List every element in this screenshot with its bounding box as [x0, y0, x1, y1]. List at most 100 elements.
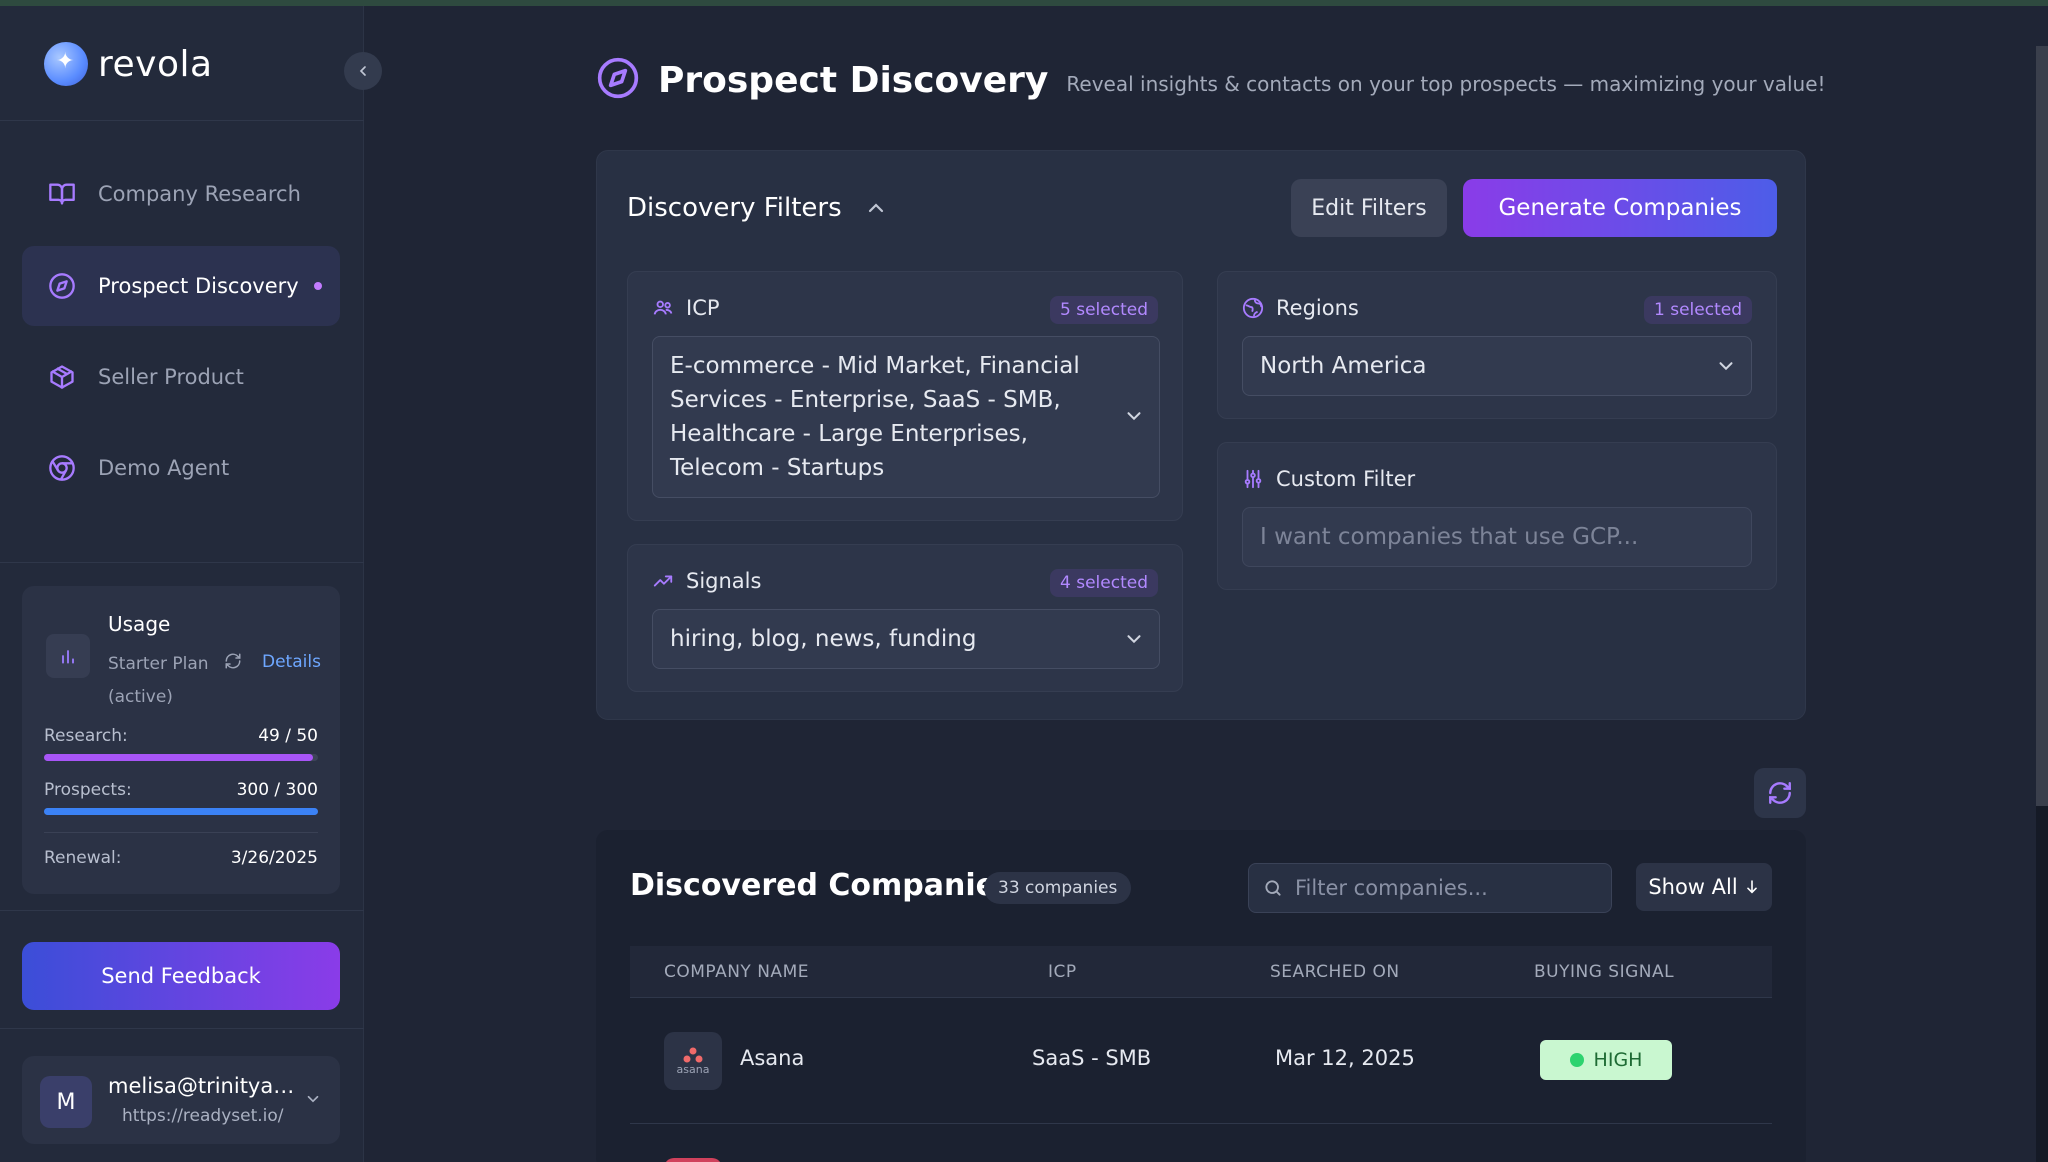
companies-title: Discovered Companies — [630, 868, 1014, 903]
trending-up-icon — [653, 575, 673, 587]
filter-companies-search[interactable] — [1248, 863, 1612, 913]
company-logo — [664, 1158, 722, 1162]
sidebar-item-label: Company Research — [98, 182, 301, 206]
regions-label: Regions — [1242, 296, 1359, 320]
refresh-icon[interactable] — [224, 652, 242, 674]
regions-selected-badge: 1 selected — [1644, 296, 1752, 324]
sidebar-item-label: Demo Agent — [98, 456, 230, 480]
active-indicator-dot — [314, 282, 322, 290]
chevron-up-icon[interactable] — [864, 196, 888, 220]
icp-filter-card: ICP 5 selected E-commerce - Mid Market, … — [627, 271, 1183, 521]
sidebar-item-company-research[interactable]: Company Research — [22, 154, 340, 234]
show-all-label: Show All — [1648, 875, 1738, 899]
regions-select[interactable]: North America — [1242, 336, 1752, 396]
signals-label-text: Signals — [686, 569, 762, 593]
sidebar-item-prospect-discovery[interactable]: Prospect Discovery — [22, 246, 340, 326]
logo[interactable]: revola — [44, 42, 213, 86]
regions-filter-card: Regions 1 selected North America — [1217, 271, 1777, 419]
scrollbar-track[interactable] — [2036, 806, 2048, 1162]
asana-logo-icon — [683, 1047, 703, 1062]
usage-card: Usage Starter Plan (active) Details Rese… — [22, 586, 340, 894]
sidebar-divider — [0, 910, 364, 911]
regions-label-text: Regions — [1276, 296, 1359, 320]
icp-select[interactable]: E-commerce - Mid Market, Financial Servi… — [652, 336, 1160, 498]
icp-label: ICP — [652, 296, 720, 320]
globe-icon — [1242, 297, 1264, 319]
collapse-sidebar-button[interactable] — [344, 52, 382, 90]
custom-filter-label-text: Custom Filter — [1276, 467, 1416, 491]
renewal-label: Renewal: — [44, 848, 122, 868]
usage-plan: Starter Plan (active) — [108, 654, 209, 707]
show-all-button[interactable]: Show All — [1636, 863, 1772, 911]
research-value: 49 / 50 — [258, 726, 318, 746]
signals-filter-card: Signals 4 selected hiring, blog, news, f… — [627, 544, 1183, 692]
chevron-left-icon — [359, 66, 366, 76]
chevron-down-icon — [1719, 362, 1733, 371]
icp-selected-value: E-commerce - Mid Market, Financial Servi… — [670, 353, 1080, 481]
compass-icon — [48, 272, 76, 300]
logo-mark-icon — [44, 42, 88, 86]
send-feedback-button[interactable]: Send Feedback — [22, 942, 340, 1010]
usage-divider — [44, 832, 318, 833]
chrome-icon — [48, 454, 76, 482]
company-logo-text: asana — [676, 1062, 710, 1076]
companies-table-header: COMPANY NAME ICP SEARCHED ON BUYING SIGN… — [630, 946, 1772, 998]
research-progress-bar — [44, 754, 318, 761]
company-name[interactable]: Asana — [740, 1046, 804, 1070]
filters-title-label: Discovery Filters — [627, 193, 842, 223]
column-header-buying-signal[interactable]: BUYING SIGNAL — [1534, 962, 1674, 982]
usage-title: Usage — [108, 612, 171, 636]
company-logo: asana — [664, 1032, 722, 1090]
sidebar-item-demo-agent[interactable]: Demo Agent — [22, 428, 340, 508]
research-progress-fill — [44, 754, 313, 761]
page-header: Prospect Discovery Reveal insights & con… — [596, 56, 1826, 104]
signal-dot-icon — [1569, 1053, 1584, 1067]
chevron-down-icon — [1127, 412, 1141, 421]
column-header-searched-on[interactable]: SEARCHED ON — [1270, 962, 1400, 982]
logo-text: revola — [98, 43, 213, 85]
user-website: https://readyset.io/ — [122, 1106, 284, 1126]
signals-selected-badge: 4 selected — [1050, 569, 1158, 597]
discovery-filters-panel: Discovery Filters Edit Filters Generate … — [596, 150, 1806, 720]
sidebar-divider — [0, 562, 364, 563]
filters-title[interactable]: Discovery Filters — [627, 193, 888, 223]
prospects-progress-bar — [44, 808, 318, 815]
icp-label-text: ICP — [686, 296, 720, 320]
usage-details-link[interactable]: Details — [262, 652, 321, 672]
page-subtitle: Reveal insights & contacts on your top p… — [1066, 72, 1826, 96]
sidebar-item-label: Prospect Discovery — [98, 274, 299, 298]
compass-icon — [596, 56, 640, 104]
column-header-company-name[interactable]: COMPANY NAME — [664, 962, 809, 982]
refresh-icon — [1769, 782, 1791, 804]
sidebar-divider — [0, 1028, 364, 1029]
sidebar-item-seller-product[interactable]: Seller Product — [22, 337, 340, 417]
signals-label: Signals — [652, 569, 761, 593]
company-searched-on: Mar 12, 2025 — [1275, 1046, 1415, 1070]
signals-select[interactable]: hiring, blog, news, funding — [652, 609, 1160, 669]
user-email: melisa@trinityagi... — [108, 1074, 298, 1098]
search-icon — [1265, 880, 1281, 896]
chevron-down-icon — [1127, 635, 1141, 644]
arrow-down-icon — [1746, 880, 1757, 894]
prospects-progress-fill — [44, 808, 318, 815]
sidebar-divider — [0, 120, 364, 121]
sidebar: revola Company Research Prospect Discove… — [0, 6, 364, 1162]
table-row[interactable]: asana Asana SaaS - SMB Mar 12, 2025 HIGH — [630, 998, 1772, 1124]
chevron-down-icon[interactable] — [304, 1090, 322, 1112]
custom-filter-label: Custom Filter — [1242, 467, 1415, 491]
user-account-card[interactable]: M melisa@trinityagi... https://readyset.… — [22, 1056, 340, 1144]
users-icon — [653, 300, 673, 315]
company-icp: SaaS - SMB — [1032, 1046, 1152, 1070]
column-header-icp[interactable]: ICP — [1048, 962, 1077, 982]
refresh-companies-button[interactable] — [1754, 768, 1806, 818]
buying-signal-value: HIGH — [1593, 1049, 1643, 1071]
icp-selected-badge: 5 selected — [1050, 296, 1158, 324]
custom-filter-input[interactable] — [1242, 507, 1752, 567]
edit-filters-button[interactable]: Edit Filters — [1291, 179, 1447, 237]
generate-companies-button[interactable]: Generate Companies — [1463, 179, 1777, 237]
scrollbar-thumb[interactable] — [2036, 46, 2048, 806]
filter-companies-input[interactable] — [1295, 876, 1595, 900]
custom-filter-card: Custom Filter — [1217, 442, 1777, 590]
page-title: Prospect Discovery — [658, 59, 1049, 101]
signals-selected-value: hiring, blog, news, funding — [670, 626, 977, 652]
